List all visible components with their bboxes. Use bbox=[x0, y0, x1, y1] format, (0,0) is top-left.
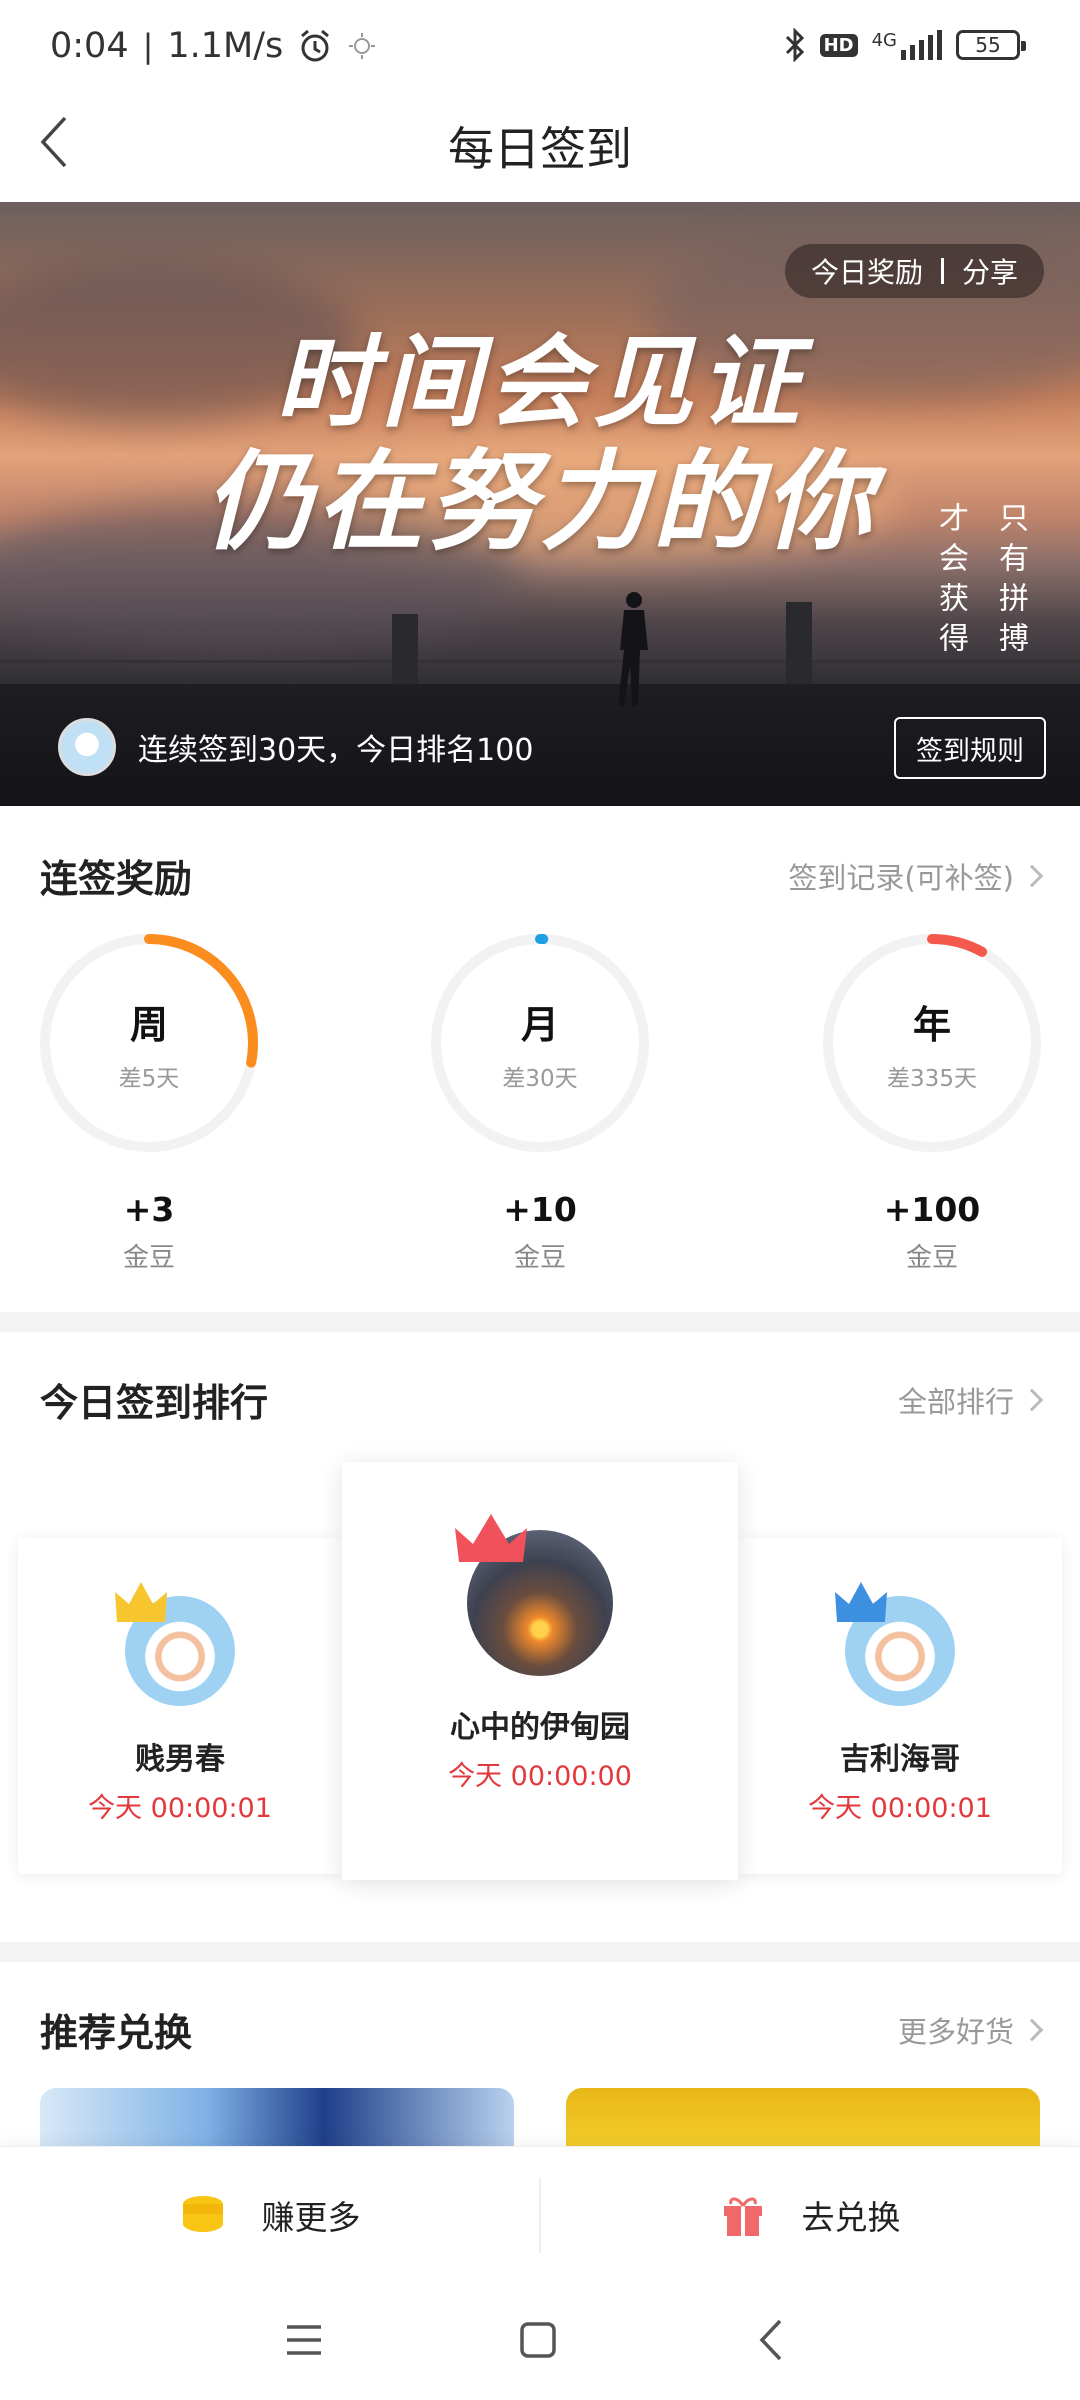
reward-unit: 金豆 bbox=[122, 1243, 175, 1273]
status-left: 0:04 | 1.1M/s bbox=[50, 26, 377, 66]
rank-name: 心中的伊甸园 bbox=[450, 1710, 630, 1745]
vertical-motto: 才会获得 只有拼搏 bbox=[930, 502, 1030, 662]
reward-points: +3 bbox=[123, 1190, 175, 1229]
crown-icon bbox=[835, 1582, 887, 1622]
rank-name: 吉利海哥 bbox=[840, 1742, 960, 1777]
ring-period: 周 bbox=[129, 1002, 168, 1047]
reward-unit: 金豆 bbox=[905, 1243, 958, 1273]
battery-icon: 55 bbox=[956, 30, 1026, 60]
status-speed: 1.1M/s bbox=[167, 26, 284, 66]
product-card[interactable] bbox=[566, 2088, 1040, 2148]
railing-post bbox=[392, 614, 418, 684]
crown-icon bbox=[455, 1514, 527, 1562]
chevron-right-icon bbox=[1020, 2018, 1044, 2041]
menu-icon[interactable] bbox=[284, 2320, 324, 2360]
streak-rewards-title: 连签奖励 bbox=[40, 857, 193, 901]
rank-avatar bbox=[115, 1582, 235, 1706]
rank-card-first[interactable]: 心中的伊甸园 今天 00:00:00 bbox=[342, 1462, 738, 1880]
status-right: HD 4G 55 bbox=[784, 28, 1026, 62]
all-ranking-label: 全部排行 bbox=[897, 1384, 1014, 1419]
railing-post bbox=[786, 602, 812, 684]
system-nav-bar bbox=[0, 2282, 1080, 2400]
railing bbox=[0, 660, 1080, 678]
alarm-icon bbox=[301, 29, 330, 62]
section-divider bbox=[0, 1312, 1080, 1332]
all-ranking-link[interactable]: 全部排行 bbox=[897, 1379, 1044, 1421]
gift-icon bbox=[723, 2197, 762, 2236]
streak-text: 连续签到30天，今日排名100 bbox=[138, 733, 534, 768]
ring-period: 月 bbox=[520, 1002, 559, 1047]
rank-card-third[interactable]: 吉利海哥 今天 00:00:01 bbox=[738, 1538, 1062, 1874]
reward-unit: 金豆 bbox=[513, 1243, 566, 1273]
ring-month: 月差30天 bbox=[425, 928, 655, 1158]
earn-more-tab[interactable]: 赚更多 bbox=[0, 2147, 540, 2283]
user-avatar[interactable] bbox=[58, 718, 116, 776]
reward-points: +10 bbox=[503, 1190, 577, 1229]
rank-avatar bbox=[455, 1514, 613, 1676]
weather-icon bbox=[349, 33, 376, 59]
rank-time: 今天 00:00:01 bbox=[808, 1793, 992, 1824]
page-title: 每日签到 bbox=[448, 122, 632, 176]
ring-remaining: 差30天 bbox=[502, 1065, 578, 1092]
status-time: 0:04 bbox=[50, 26, 129, 66]
reward-points: +100 bbox=[883, 1190, 981, 1229]
rank-time: 今天 00:00:00 bbox=[448, 1761, 632, 1792]
back-button[interactable] bbox=[24, 112, 84, 172]
rank-name: 贱男春 bbox=[135, 1742, 225, 1777]
network-type: 4G bbox=[871, 30, 897, 51]
product-card[interactable] bbox=[40, 2088, 514, 2148]
today-reward-link[interactable]: 今日奖励 bbox=[811, 251, 923, 291]
earn-more-label: 赚更多 bbox=[261, 2198, 361, 2237]
ring-year: 年差335天 bbox=[817, 928, 1047, 1158]
bottom-action-bar: 赚更多 去兑换 bbox=[0, 2146, 1080, 2282]
share-link[interactable]: 分享 bbox=[962, 251, 1018, 291]
ring-remaining: 差5天 bbox=[118, 1065, 180, 1092]
redeem-tab[interactable]: 去兑换 bbox=[540, 2147, 1080, 2283]
checkin-record-label: 签到记录(可补签) bbox=[788, 860, 1014, 895]
ranking-title: 今日签到排行 bbox=[40, 1381, 269, 1425]
exchange-title: 推荐兑换 bbox=[40, 2011, 193, 2055]
pill-divider bbox=[940, 258, 944, 284]
vertical-col-left: 才会获得 bbox=[933, 502, 968, 662]
ring-remaining: 差335天 bbox=[887, 1065, 977, 1092]
reward-share-pill: 今日奖励 分享 bbox=[784, 244, 1044, 298]
hd-badge: HD bbox=[819, 33, 858, 57]
signal-icon: 4G bbox=[872, 30, 942, 60]
slogan-line-2: 仍在努力的你 bbox=[203, 439, 876, 565]
chevron-right-icon bbox=[1020, 1388, 1044, 1411]
home-icon[interactable] bbox=[518, 2320, 558, 2360]
redeem-label: 去兑换 bbox=[801, 2198, 901, 2237]
coins-icon bbox=[182, 2196, 223, 2232]
more-goods-link[interactable]: 更多好货 bbox=[897, 2009, 1044, 2051]
banner-slogan: 时间会见证 仍在努力的你 bbox=[0, 322, 1080, 562]
bluetooth-icon bbox=[785, 28, 804, 62]
reward-month: +10 金豆 bbox=[425, 1190, 655, 1274]
ranking-header: 今日签到排行 全部排行 bbox=[40, 1372, 1044, 1427]
reward-year: +100 金豆 bbox=[817, 1190, 1047, 1274]
rank-avatar bbox=[835, 1582, 955, 1706]
exchange-header: 推荐兑换 更多好货 bbox=[40, 2002, 1044, 2057]
chevron-right-icon bbox=[1020, 864, 1044, 887]
streak-rewards-header: 连签奖励 签到记录(可补签) bbox=[40, 848, 1044, 903]
rank-time: 今天 00:00:01 bbox=[88, 1793, 272, 1824]
back-nav-icon[interactable] bbox=[756, 2318, 786, 2362]
more-goods-label: 更多好货 bbox=[897, 2014, 1014, 2049]
status-bar: 0:04 | 1.1M/s HD 4G 55 bbox=[0, 0, 1080, 90]
reward-week: +3 金豆 bbox=[34, 1190, 264, 1274]
battery-level: 55 bbox=[975, 33, 1001, 57]
top-bar: 每日签到 bbox=[0, 90, 1080, 202]
streak-info: 连续签到30天，今日排名100 bbox=[58, 718, 533, 776]
crown-icon bbox=[115, 1582, 167, 1622]
banner: 今日奖励 分享 时间会见证 仍在努力的你 才会获得 只有拼搏 连续签到30天，今… bbox=[0, 202, 1080, 806]
slogan-line-1: 时间会见证 bbox=[275, 323, 805, 441]
ring-period: 年 bbox=[912, 1002, 951, 1047]
ring-week: 周差5天 bbox=[34, 928, 264, 1158]
checkin-rules-button[interactable]: 签到规则 bbox=[894, 717, 1046, 779]
rank-card-second[interactable]: 贱男春 今天 00:00:01 bbox=[18, 1538, 342, 1874]
chevron-left-icon bbox=[40, 116, 67, 168]
vertical-col-right: 只有拼搏 bbox=[993, 502, 1028, 662]
checkin-record-link[interactable]: 签到记录(可补签) bbox=[788, 855, 1044, 897]
section-divider bbox=[0, 1942, 1080, 1962]
